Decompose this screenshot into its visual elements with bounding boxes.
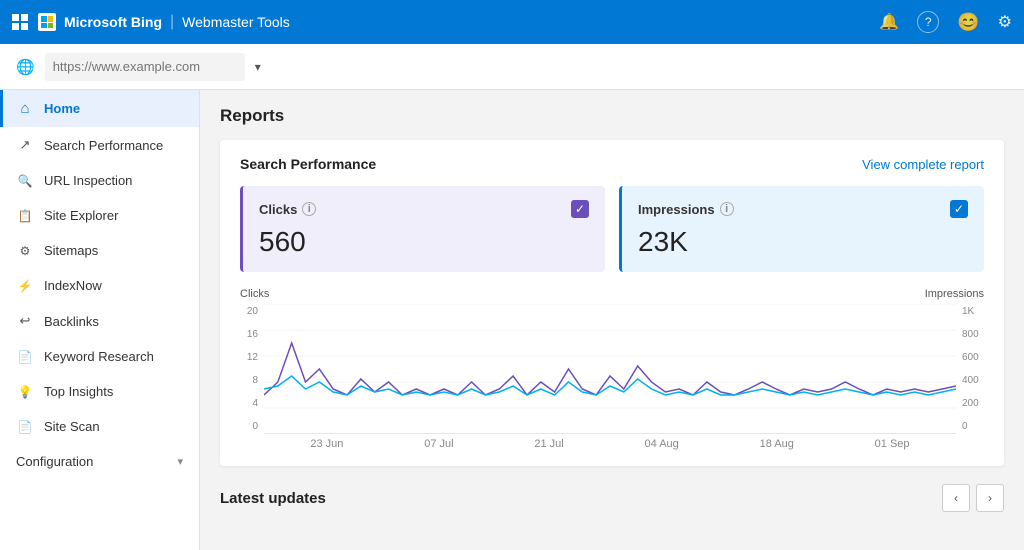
sidebar-label-backlinks: Backlinks	[44, 314, 99, 329]
chart-container: Clicks Impressions 20 16 12 8 4 0	[240, 288, 984, 450]
clicks-checkbox[interactable]: ✓	[571, 200, 589, 218]
chart-labels-top: Clicks Impressions	[240, 288, 984, 300]
sidebar-item-indexnow[interactable]: ⚡ IndexNow	[0, 268, 199, 303]
impressions-checkbox[interactable]: ✓	[950, 200, 968, 218]
sidebar-item-url-inspection[interactable]: 🔍 URL Inspection	[0, 163, 199, 198]
brand-name: Microsoft Bing	[64, 14, 162, 30]
sidebar-item-sitemaps[interactable]: ⚙ Sitemaps	[0, 233, 199, 268]
sidebar-item-search-performance[interactable]: ↗ Search Performance	[0, 127, 199, 163]
sidebar-item-home[interactable]: ⌂ Home	[0, 90, 199, 127]
url-globe-icon: 🌐	[16, 58, 35, 76]
chart-svg	[264, 304, 956, 434]
app-grid-icon	[12, 14, 28, 30]
prev-arrow-button[interactable]: ‹	[942, 484, 970, 512]
chart-x-label-1: 07 Jul	[424, 438, 453, 450]
impressions-header: Impressions i ✓	[638, 200, 968, 218]
top-nav-actions: 🔔 ? 😊 ⚙	[879, 11, 1012, 33]
url-bar: 🌐 ▾	[0, 44, 1024, 90]
top-navigation: Microsoft Bing | Webmaster Tools 🔔 ? 😊 ⚙	[0, 0, 1024, 44]
top-insights-icon: 💡	[16, 385, 34, 399]
chart-x-label-4: 18 Aug	[760, 438, 794, 450]
sidebar-item-site-scan[interactable]: 📄 Site Scan	[0, 409, 199, 444]
sidebar-item-top-insights[interactable]: 💡 Top Insights	[0, 374, 199, 409]
chart-right-label: Impressions	[925, 288, 984, 300]
indexnow-icon: ⚡	[16, 279, 34, 293]
profile-icon[interactable]: 😊	[957, 12, 979, 33]
sidebar-label-search-performance: Search Performance	[44, 138, 163, 153]
settings-icon[interactable]: ⚙	[998, 12, 1012, 32]
sidebar-label-site-explorer: Site Explorer	[44, 208, 118, 223]
nav-arrows: ‹ ›	[942, 484, 1004, 512]
sidebar-label-url-inspection: URL Inspection	[44, 173, 132, 188]
chart-x-label-0: 23 Jun	[310, 438, 343, 450]
impressions-value: 23K	[638, 226, 968, 258]
clicks-metric-box: Clicks i ✓ 560	[240, 186, 605, 272]
brand-logo: Microsoft Bing | Webmaster Tools	[38, 13, 290, 31]
sidebar-label-home: Home	[44, 101, 80, 116]
sidebar-item-keyword-research[interactable]: 📄 Keyword Research	[0, 339, 199, 374]
chart-svg-area	[264, 304, 956, 434]
url-inspection-icon: 🔍	[16, 174, 34, 188]
site-explorer-icon: 📋	[16, 209, 34, 223]
sidebar-label-keyword-research: Keyword Research	[44, 349, 154, 364]
chart-left-label: Clicks	[240, 288, 269, 300]
chart-x-label-5: 01 Sep	[875, 438, 910, 450]
impressions-label: Impressions i	[638, 202, 734, 217]
clicks-header: Clicks i ✓	[259, 200, 589, 218]
url-input[interactable]	[45, 53, 245, 81]
search-performance-card: Search Performance View complete report …	[220, 140, 1004, 466]
home-icon: ⌂	[16, 100, 34, 117]
clicks-value: 560	[259, 226, 589, 258]
backlinks-icon: ↩	[16, 313, 34, 329]
chart-with-axes: 20 16 12 8 4 0	[240, 304, 984, 434]
main-container: ⌂ Home ↗ Search Performance 🔍 URL Inspec…	[0, 90, 1024, 550]
sidebar-item-backlinks[interactable]: ↩ Backlinks	[0, 303, 199, 339]
notification-icon[interactable]: 🔔	[879, 12, 899, 32]
impressions-metric-box: Impressions i ✓ 23K	[619, 186, 984, 272]
chart-x-label-3: 04 Aug	[645, 438, 679, 450]
sidebar-section-configuration[interactable]: Configuration ▾	[0, 444, 199, 479]
chart-y-axis-right: 1K 800 600 400 200 0	[956, 304, 984, 434]
chart-x-label-2: 21 Jul	[534, 438, 563, 450]
app-title: Webmaster Tools	[182, 14, 290, 30]
search-performance-icon: ↗	[16, 137, 34, 153]
help-icon[interactable]: ?	[917, 11, 939, 33]
metric-boxes: Clicks i ✓ 560 Impressions i ✓	[240, 186, 984, 272]
sidebar-item-site-explorer[interactable]: 📋 Site Explorer	[0, 198, 199, 233]
view-complete-report-link[interactable]: View complete report	[862, 157, 984, 172]
site-scan-icon: 📄	[16, 420, 34, 434]
clicks-label: Clicks i	[259, 202, 316, 217]
windows-icon	[38, 13, 56, 31]
chart-x-labels: 23 Jun 07 Jul 21 Jul 04 Aug 18 Aug 01 Se…	[240, 438, 984, 450]
app-grid[interactable]	[12, 14, 28, 30]
latest-updates-title: Latest updates	[220, 490, 326, 507]
chart-y-axis-left: 20 16 12 8 4 0	[240, 304, 264, 434]
brand-divider: |	[170, 13, 174, 31]
sidebar: ⌂ Home ↗ Search Performance 🔍 URL Inspec…	[0, 90, 200, 550]
reports-title: Reports	[220, 106, 1004, 126]
next-arrow-button[interactable]: ›	[976, 484, 1004, 512]
sitemaps-icon: ⚙	[16, 244, 34, 258]
sp-card-header: Search Performance View complete report	[240, 156, 984, 172]
keyword-research-icon: 📄	[16, 350, 34, 364]
sidebar-label-top-insights: Top Insights	[44, 384, 113, 399]
main-content: Reports Search Performance View complete…	[200, 90, 1024, 550]
configuration-label: Configuration	[16, 454, 93, 469]
sp-card-title: Search Performance	[240, 156, 376, 172]
sidebar-label-indexnow: IndexNow	[44, 278, 102, 293]
sidebar-label-site-scan: Site Scan	[44, 419, 100, 434]
sidebar-label-sitemaps: Sitemaps	[44, 243, 98, 258]
latest-updates-section: Latest updates ‹ ›	[220, 480, 1004, 512]
configuration-chevron-icon: ▾	[177, 455, 183, 468]
impressions-info-icon[interactable]: i	[720, 202, 734, 216]
url-chevron-icon[interactable]: ▾	[255, 60, 261, 74]
clicks-info-icon[interactable]: i	[302, 202, 316, 216]
